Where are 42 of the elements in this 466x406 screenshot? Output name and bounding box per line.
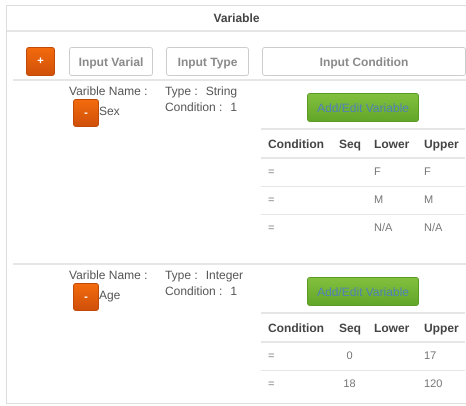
variable-name: Sex bbox=[99, 103, 120, 119]
variable-name-label: Varible Name : bbox=[69, 267, 148, 283]
add-button[interactable]: + bbox=[26, 47, 55, 76]
column-header: Lower bbox=[367, 129, 417, 158]
type-value: String bbox=[206, 83, 238, 99]
table-cell: 120 bbox=[417, 370, 465, 398]
table-cell: M bbox=[367, 186, 417, 214]
column-header: Seq bbox=[332, 129, 367, 158]
condition-label: Condition : bbox=[165, 283, 222, 299]
variable-name: Age bbox=[99, 287, 120, 303]
table-cell: = bbox=[261, 214, 332, 242]
panel-title: Variable bbox=[7, 6, 466, 32]
table-cell: 18 bbox=[332, 370, 367, 398]
type-label: Type : bbox=[165, 83, 198, 99]
input-field[interactable]: Input Condition bbox=[262, 47, 466, 76]
column-header: Upper bbox=[417, 129, 465, 158]
condition-label: Condition : bbox=[165, 99, 222, 115]
column-header: Condition bbox=[261, 313, 332, 342]
table-cell: N/A bbox=[417, 214, 465, 242]
type-value: Integer bbox=[206, 267, 244, 283]
column-header: Upper bbox=[417, 313, 465, 342]
type-label: Type : bbox=[165, 267, 198, 283]
input-field[interactable]: Input Varial bbox=[69, 47, 153, 76]
table-cell: N/A bbox=[367, 214, 417, 242]
variable-name-label: Varible Name : bbox=[69, 83, 148, 99]
column-header: Condition bbox=[261, 129, 332, 158]
table-cell: M bbox=[417, 186, 465, 214]
table-cell: F bbox=[367, 158, 417, 186]
remove-button[interactable]: - bbox=[73, 99, 99, 127]
table-cell: = bbox=[261, 342, 332, 370]
remove-button[interactable]: - bbox=[73, 283, 99, 311]
table-cell: = bbox=[261, 186, 332, 214]
condition-value: 1 bbox=[230, 99, 238, 115]
column-header: Lower bbox=[367, 313, 417, 342]
table-cell: = bbox=[261, 158, 332, 186]
table-cell: 17 bbox=[417, 342, 465, 370]
condition-value: 1 bbox=[230, 283, 238, 299]
input-field[interactable]: Input Type bbox=[166, 47, 249, 76]
column-header: Seq bbox=[332, 313, 367, 342]
table-cell: 0 bbox=[332, 342, 367, 370]
table-cell: F bbox=[417, 158, 465, 186]
table-cell: = bbox=[261, 370, 332, 398]
